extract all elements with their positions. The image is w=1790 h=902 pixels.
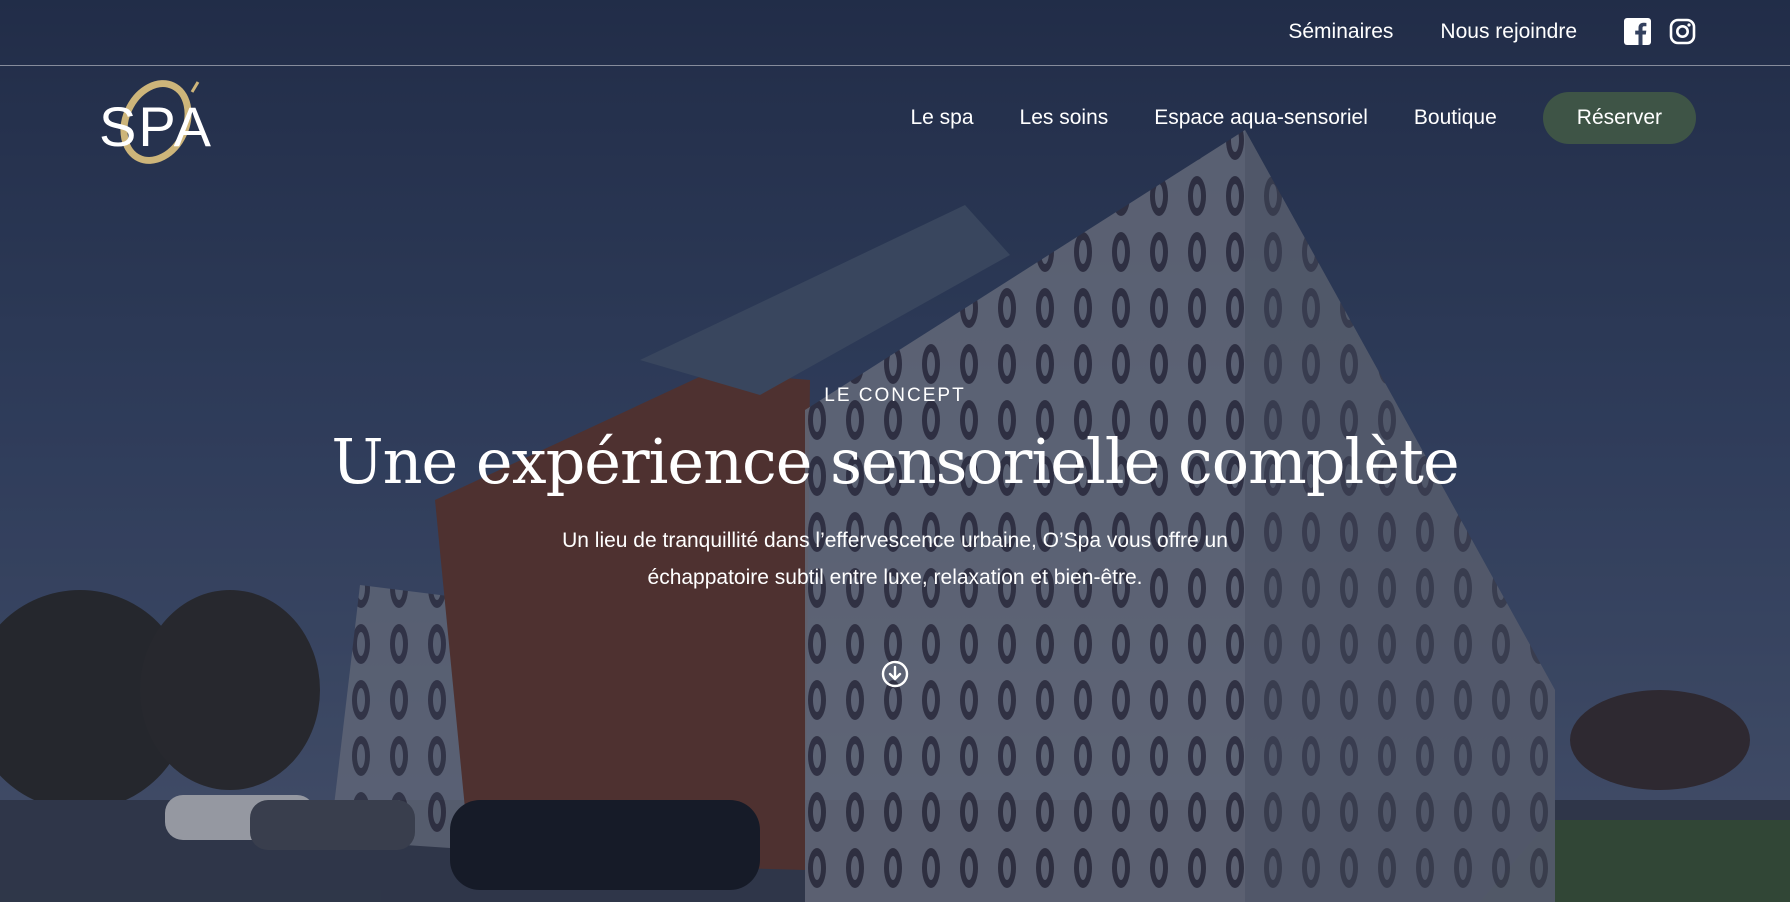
utility-bar: Séminaires Nous rejoindre [0, 0, 1790, 66]
reserver-button[interactable]: Réserver [1542, 92, 1696, 144]
nav-les-soins[interactable]: Les soins [1020, 106, 1109, 130]
instagram-icon[interactable] [1669, 18, 1696, 45]
arrow-down-circle-icon[interactable] [881, 660, 909, 688]
ospa-logo[interactable]: SPA [96, 76, 216, 166]
nav-espace-aqua-sensoriel[interactable]: Espace aqua-sensoriel [1154, 106, 1368, 130]
social-links [1624, 18, 1696, 45]
main-nav: Le spa Les soins Espace aqua-sensoriel B… [910, 92, 1696, 144]
facebook-icon[interactable] [1624, 18, 1651, 45]
utility-links: Séminaires Nous rejoindre [1288, 18, 1696, 45]
nav-le-spa[interactable]: Le spa [910, 106, 973, 130]
seminaires-link[interactable]: Séminaires [1288, 20, 1393, 44]
hero-description: Un lieu de tranquillité dans l’effervesc… [562, 529, 1228, 589]
nous-rejoindre-link[interactable]: Nous rejoindre [1440, 20, 1577, 44]
hero-title: Une expérience sensorielle complète [331, 425, 1459, 498]
hero-eyebrow: LE CONCEPT [824, 385, 966, 406]
logo-text: SPA [99, 95, 213, 158]
hero-section: Séminaires Nous rejoindre SPA Le spa Les… [0, 0, 1790, 902]
hero-content: LE CONCEPT Une expérience sensorielle co… [0, 385, 1790, 596]
nav-boutique[interactable]: Boutique [1414, 106, 1497, 130]
